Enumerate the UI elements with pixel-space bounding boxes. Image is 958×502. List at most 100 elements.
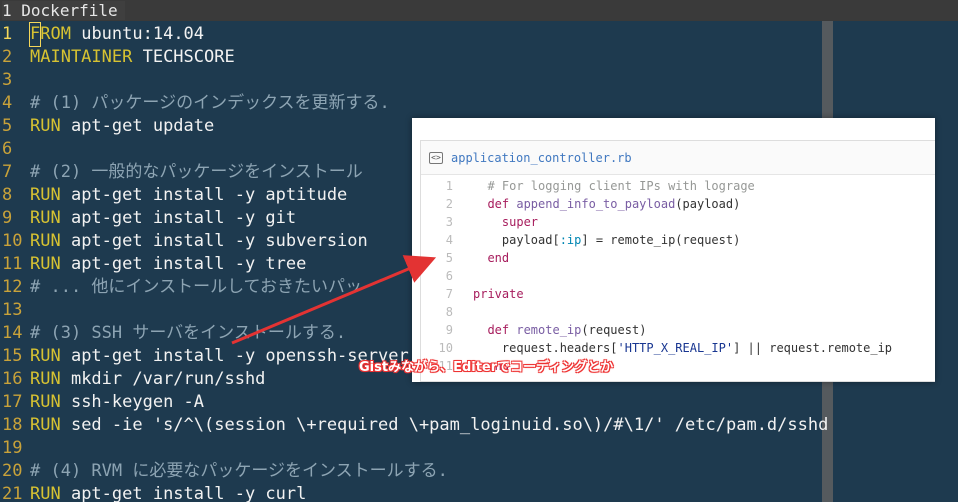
editor-line[interactable]: 7 # (2) 一般的なパッケージをインストール: [0, 161, 363, 184]
gist-line-code: def remote_ip(request): [461, 321, 646, 339]
code-token: ] = remote_ip(request): [581, 233, 741, 247]
dockerfile-keyword: MAINTAINER: [30, 47, 133, 67]
line-number: 21: [2, 484, 23, 502]
dockerfile-keyword: RUN: [30, 484, 61, 502]
code-token: 'HTTP_X_REAL_IP': [617, 341, 734, 355]
editor-line[interactable]: 18 RUN sed -ie 's/^\(session \+required \…: [0, 414, 828, 437]
code-text: ssh-keygen -A: [60, 392, 205, 412]
gist-header: <> application_controller.rb: [421, 141, 935, 175]
line-number: 17: [2, 392, 23, 412]
dockerfile-keyword: RUN: [30, 254, 61, 274]
editor-line[interactable]: 11 RUN apt-get install -y tree: [0, 253, 306, 276]
editor-line[interactable]: 5 RUN apt-get update: [0, 115, 214, 138]
editor-line[interactable]: 13: [0, 299, 30, 322]
gist-line-code: payload[:ip] = remote_ip(request): [461, 231, 740, 249]
line-number: 5: [2, 116, 13, 136]
gist-screenshot-overlay: <> application_controller.rb 1 # For log…: [412, 118, 935, 382]
gist-line-number[interactable]: 5: [421, 249, 461, 267]
gist-line-code: # For logging client IPs with lograge: [461, 177, 755, 195]
tab-bar-fill: [125, 0, 958, 21]
line-number: 1: [2, 24, 13, 44]
code-text: apt-get install -y tree: [60, 254, 307, 274]
dockerfile-keyword: RUN: [30, 369, 61, 389]
gist-line-number[interactable]: 9: [421, 321, 461, 339]
editor-line[interactable]: 12 # ... 他にインストールしておきたいパッ: [0, 276, 362, 299]
gist-line-number[interactable]: 3: [421, 213, 461, 231]
code-token: def: [487, 323, 517, 337]
line-number: 14: [2, 323, 23, 343]
vim-tab-bar: 1 Dockerfile: [0, 0, 958, 21]
gist-line-code: def append_info_to_payload(payload): [461, 195, 740, 213]
code-text: sed -ie 's/^\(session \+required \+pam_l…: [60, 415, 829, 435]
gist-line: 3 super: [421, 213, 935, 231]
gist-line-number[interactable]: 8: [421, 303, 461, 321]
editor-line[interactable]: 16 RUN mkdir /var/run/sshd: [0, 368, 265, 391]
editor-line[interactable]: 1 FROM ubuntu:14.04: [0, 22, 204, 47]
code-text: apt-get update: [60, 116, 215, 136]
editor-line[interactable]: 3: [0, 69, 30, 92]
code-comment: # ... 他にインストールしておきたいパッ: [30, 277, 363, 297]
code-token: payload[: [473, 233, 560, 247]
editor-line[interactable]: 21 RUN apt-get install -y curl: [0, 483, 306, 502]
gist-line-number[interactable]: 1: [421, 177, 461, 195]
gist-line: 9 def remote_ip(request): [421, 321, 935, 339]
editor-line[interactable]: 20 # (4) RVM に必要なパッケージをインストールする.: [0, 460, 448, 483]
code-comment: # (3) SSH サーバをインストールする.: [30, 323, 347, 343]
editor-line[interactable]: 14 # (3) SSH サーバをインストールする.: [0, 322, 346, 345]
dockerfile-keyword: FROM: [28, 22, 71, 47]
code-token: request.headers[: [473, 341, 618, 355]
code-token: :ip: [559, 233, 582, 247]
gist-filename[interactable]: application_controller.rb: [451, 151, 632, 165]
editor-line[interactable]: 8 RUN apt-get install -y aptitude: [0, 184, 347, 207]
line-number: 12: [2, 277, 23, 297]
line-number: 9: [2, 208, 13, 228]
line-number: 16: [2, 369, 23, 389]
editor-line[interactable]: 10 RUN apt-get install -y subversion: [0, 230, 368, 253]
text-cursor: F: [28, 22, 42, 47]
gist-line-number[interactable]: 6: [421, 267, 461, 285]
gist-line: 7 private: [421, 285, 935, 303]
gist-line-number[interactable]: 7: [421, 285, 461, 303]
line-number: 11: [2, 254, 23, 274]
code-text: apt-get install -y curl: [60, 484, 307, 502]
code-comment: # (4) RVM に必要なパッケージをインストールする.: [30, 461, 448, 481]
gist-line-number[interactable]: 2: [421, 195, 461, 213]
tab-number: 1: [2, 1, 12, 20]
editor-line[interactable]: 15 RUN apt-get install -y openssh-server: [0, 345, 409, 368]
code-token: ] || request.remote_ip: [733, 341, 893, 355]
gist-line: 4 payload[:ip] = remote_ip(request): [421, 231, 935, 249]
gist-line-code: super: [461, 213, 538, 231]
dockerfile-keyword: RUN: [30, 185, 61, 205]
gist-line-number[interactable]: 4: [421, 231, 461, 249]
code-text: apt-get install -y openssh-server: [60, 346, 409, 366]
gist-line-number[interactable]: 10: [421, 339, 461, 357]
dockerfile-keyword: RUN: [30, 415, 61, 435]
code-token: end: [487, 251, 510, 265]
code-token: remote_ip: [516, 323, 582, 337]
tab-dockerfile[interactable]: 1 Dockerfile: [2, 1, 126, 20]
gist-line: 10 request.headers['HTTP_X_REAL_IP'] || …: [421, 339, 935, 357]
dockerfile-keyword: RUN: [30, 208, 61, 228]
editor-line[interactable]: 17 RUN ssh-keygen -A: [0, 391, 204, 414]
line-number: 18: [2, 415, 23, 435]
code-token: (payload): [675, 197, 741, 211]
editor-line[interactable]: 9 RUN apt-get install -y git: [0, 207, 296, 230]
line-number: 15: [2, 346, 23, 366]
dockerfile-keyword: RUN: [30, 392, 61, 412]
line-number: 8: [2, 185, 13, 205]
gist-line: 8: [421, 303, 935, 321]
tab-filename: Dockerfile: [21, 1, 118, 20]
line-number: 20: [2, 461, 23, 481]
code-comment: # (2) 一般的なパッケージをインストール: [30, 162, 363, 182]
editor-line[interactable]: 2 MAINTAINER TECHSCORE: [0, 46, 235, 69]
gist-line-code: private: [461, 285, 524, 303]
editor-line[interactable]: 6: [0, 138, 30, 161]
code-text: apt-get install -y aptitude: [60, 185, 348, 205]
code-token: private: [473, 287, 524, 301]
editor-line[interactable]: 4 # (1) パッケージのインデックスを更新する.: [0, 92, 390, 115]
editor-line[interactable]: 19: [0, 437, 30, 460]
code-token: # For logging client IPs with lograge: [487, 179, 755, 193]
code-text: mkdir /var/run/sshd: [60, 369, 266, 389]
line-number: 10: [2, 231, 23, 251]
